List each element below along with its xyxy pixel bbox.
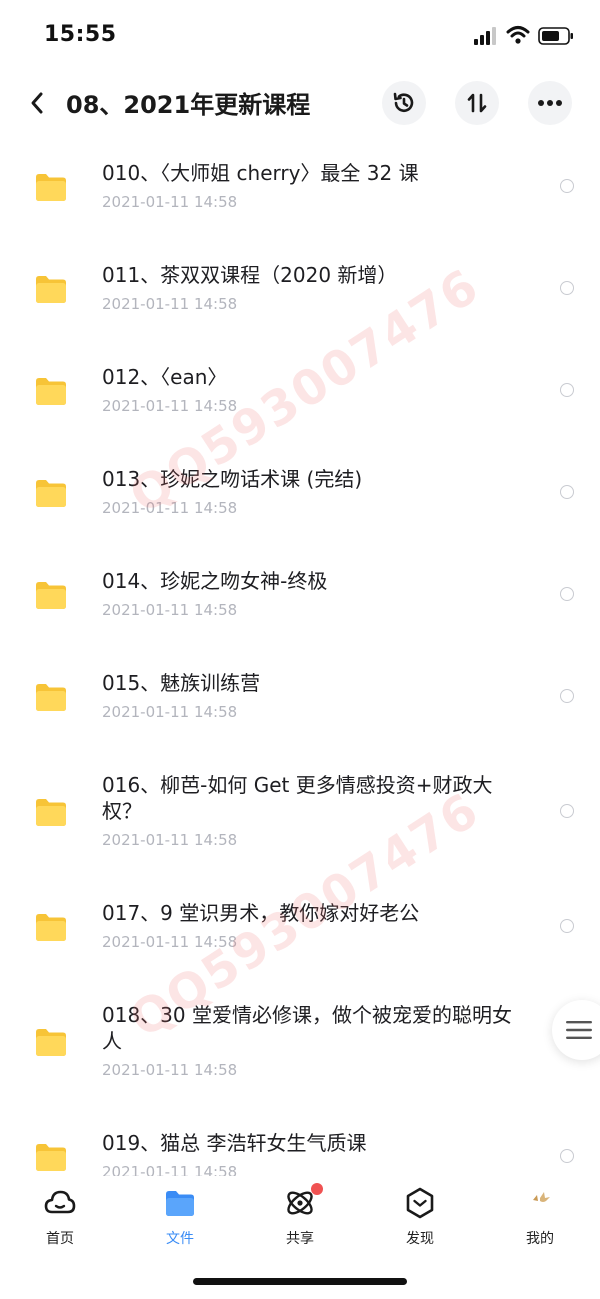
file-name: 016、柳芭-如何 Get 更多情感投资+财政大权？: [102, 773, 493, 823]
folder-icon: [36, 914, 66, 941]
select-checkbox[interactable]: [560, 383, 574, 397]
folder-icon: [36, 378, 66, 405]
file-name: 017、9 堂识男术，教你嫁对好老公: [102, 901, 420, 925]
cellular-signal-icon: [474, 27, 496, 45]
file-name: 011、茶双双课程（2020 新增）: [102, 263, 398, 287]
folder-icon: [36, 276, 66, 303]
file-date: 2021-01-11 14:58: [102, 397, 238, 415]
back-button[interactable]: [22, 86, 52, 120]
status-bar: 15:55: [0, 0, 600, 70]
home-indicator: [193, 1278, 407, 1285]
tab-label: 首页: [46, 1231, 74, 1247]
file-name: 012、〈ean〉: [102, 365, 228, 389]
file-row[interactable]: 017、9 堂识男术，教你嫁对好老公 2021-01-11 14:58: [0, 876, 600, 978]
file-list: 010、〈大师姐 cherry〉最全 32 课 2021-01-11 14:58 0…: [0, 136, 600, 1176]
file-name: 010、〈大师姐 cherry〉最全 32 课: [102, 161, 419, 185]
file-date: 2021-01-11 14:58: [102, 295, 238, 313]
nav-header: 08、2021年更新课程: [0, 70, 600, 136]
file-row[interactable]: 010、〈大师姐 cherry〉最全 32 课 2021-01-11 14:58: [0, 136, 600, 238]
chevron-left-icon: [31, 92, 43, 114]
select-checkbox[interactable]: [560, 485, 574, 499]
select-checkbox[interactable]: [560, 689, 574, 703]
file-row[interactable]: 014、珍妮之吻女神-终极 2021-01-11 14:58: [0, 544, 600, 646]
file-name: 015、魅族训练营: [102, 671, 261, 695]
select-checkbox[interactable]: [560, 281, 574, 295]
sort-icon: [467, 93, 487, 113]
history-button[interactable]: [382, 81, 426, 125]
more-button[interactable]: [528, 81, 572, 125]
tab-label: 我的: [526, 1231, 554, 1247]
compass-icon: [406, 1187, 434, 1219]
tab-home[interactable]: 首页: [20, 1186, 100, 1248]
file-date: 2021-01-11 14:58: [102, 1061, 238, 1079]
file-row[interactable]: 013、珍妮之吻话术课 (完结) 2021-01-11 14:58: [0, 442, 600, 544]
tab-files[interactable]: 文件: [140, 1186, 220, 1248]
file-date: 2021-01-11 14:58: [102, 193, 238, 211]
tab-label: 文件: [166, 1231, 194, 1247]
cloud-icon: [44, 1190, 76, 1214]
select-checkbox[interactable]: [560, 1149, 574, 1163]
file-row[interactable]: 012、〈ean〉 2021-01-11 14:58: [0, 340, 600, 442]
file-date: 2021-01-11 14:58: [102, 831, 238, 849]
file-name: 018、30 堂爱情必修课，做个被宠爱的聪明女人: [102, 1003, 512, 1053]
more-dots-icon: [538, 100, 562, 106]
sort-button[interactable]: [455, 81, 499, 125]
select-checkbox[interactable]: [560, 587, 574, 601]
file-row[interactable]: 018、30 堂爱情必修课，做个被宠爱的聪明女人 2021-01-11 14:58: [0, 978, 600, 1106]
tab-label: 发现: [406, 1231, 434, 1247]
folder-icon: [36, 174, 66, 201]
page-title: 08、2021年更新课程: [66, 91, 311, 119]
folder-icon: [36, 684, 66, 711]
select-checkbox[interactable]: [560, 179, 574, 193]
select-checkbox[interactable]: [560, 919, 574, 933]
file-date: 2021-01-11 14:58: [102, 1163, 238, 1176]
avatar-icon: [533, 1192, 550, 1202]
folder-icon: [36, 582, 66, 609]
folder-icon: [36, 1029, 66, 1056]
folder-icon: [36, 1144, 66, 1171]
notification-badge: [311, 1183, 323, 1195]
tab-label: 共享: [286, 1231, 314, 1247]
select-checkbox[interactable]: [560, 804, 574, 818]
file-date: 2021-01-11 14:58: [102, 703, 238, 721]
file-name: 019、猫总 李浩轩女生气质课: [102, 1131, 367, 1155]
hamburger-icon: [566, 1021, 592, 1039]
file-row[interactable]: 016、柳芭-如何 Get 更多情感投资+财政大权？ 2021-01-11 14:…: [0, 748, 600, 876]
folder-icon: [36, 480, 66, 507]
file-row[interactable]: 019、猫总 李浩轩女生气质课 2021-01-11 14:58: [0, 1106, 600, 1176]
history-icon: [393, 92, 414, 112]
file-name: 013、珍妮之吻话术课 (完结): [102, 467, 363, 491]
folder-icon: [36, 799, 66, 826]
folder-icon: [166, 1191, 194, 1216]
file-date: 2021-01-11 14:58: [102, 601, 238, 619]
tab-discover[interactable]: 发现: [380, 1186, 460, 1248]
file-name: 014、珍妮之吻女神-终极: [102, 569, 328, 593]
file-row[interactable]: 011、茶双双课程（2020 新增） 2021-01-11 14:58: [0, 238, 600, 340]
tab-share[interactable]: 共享: [260, 1183, 340, 1248]
file-date: 2021-01-11 14:58: [102, 933, 238, 951]
tab-profile[interactable]: 我的: [500, 1186, 580, 1248]
file-date: 2021-01-11 14:58: [102, 499, 238, 517]
battery-icon: [538, 27, 573, 45]
wifi-icon: [506, 26, 530, 44]
status-time: 15:55: [44, 22, 117, 47]
file-row[interactable]: 015、魅族训练营 2021-01-11 14:58: [0, 646, 600, 748]
